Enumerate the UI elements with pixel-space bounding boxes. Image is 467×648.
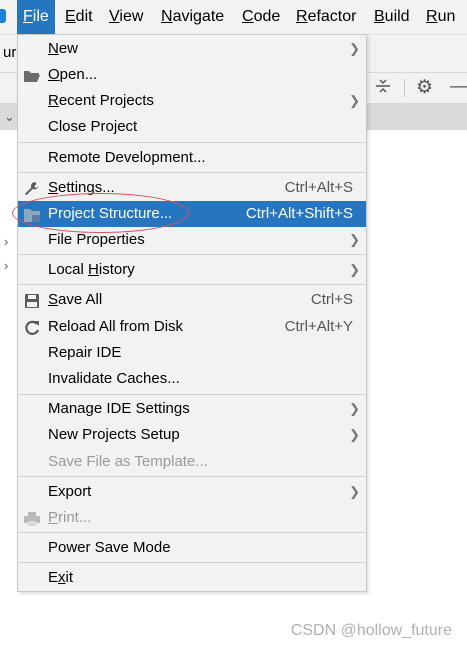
tree-expand-icon[interactable]: ›: [4, 234, 8, 249]
menu-separator: [19, 532, 365, 533]
menu-item-invalidate-caches[interactable]: Invalidate Caches...: [18, 366, 366, 392]
menu-separator: [19, 284, 365, 285]
menu-build[interactable]: Build: [368, 0, 416, 34]
menu-item-save-all[interactable]: Save All Ctrl+S: [18, 287, 366, 313]
menu-item-reload-all[interactable]: Reload All from Disk Ctrl+Alt+Y: [18, 314, 366, 340]
menu-item-print: Print...: [18, 505, 366, 531]
gear-icon[interactable]: ⚙: [416, 76, 433, 99]
menu-item-new[interactable]: New ❯: [18, 36, 366, 62]
app-logo-icon: [0, 9, 6, 23]
menu-item-export[interactable]: Export ❯: [18, 479, 366, 505]
menu-item-exit[interactable]: Exit: [18, 565, 366, 591]
menu-item-local-history[interactable]: Local History ❯: [18, 257, 366, 283]
chevron-down-icon[interactable]: ⌄: [4, 109, 15, 125]
menu-refactor[interactable]: Refactor: [290, 0, 362, 34]
menu-separator: [19, 562, 365, 563]
watermark: CSDN @hollow_future: [290, 622, 452, 639]
annotation-circle: [12, 193, 189, 233]
printer-icon: [23, 510, 41, 526]
reload-icon: [23, 319, 41, 335]
menu-code[interactable]: Code: [236, 0, 286, 34]
menu-item-recent-projects[interactable]: Recent Projects ❯: [18, 88, 366, 114]
menu-navigate[interactable]: Navigate: [155, 0, 230, 34]
submenu-arrow-icon: ❯: [349, 41, 360, 56]
menu-separator: [19, 476, 365, 477]
save-icon: [23, 292, 41, 308]
submenu-arrow-icon: ❯: [349, 427, 360, 442]
menu-separator: [19, 142, 365, 143]
submenu-arrow-icon: ❯: [349, 484, 360, 499]
submenu-arrow-icon: ❯: [349, 232, 360, 247]
file-menu-dropdown: New ❯ Open... Recent Projects ❯ Close Pr…: [17, 34, 367, 592]
menu-item-new-projects-setup[interactable]: New Projects Setup ❯: [18, 422, 366, 448]
wrench-icon: [23, 180, 41, 196]
menu-file[interactable]: File: [17, 0, 55, 34]
collapse-all-icon[interactable]: [374, 77, 392, 100]
menu-separator: [19, 394, 365, 395]
main-menu-bar: File Edit View Navigate Code Refactor Bu…: [0, 0, 467, 35]
menu-edit[interactable]: Edit: [59, 0, 99, 34]
menu-item-close-project[interactable]: Close Project: [18, 114, 366, 140]
menu-item-repair-ide[interactable]: Repair IDE: [18, 340, 366, 366]
menu-item-manage-ide-settings[interactable]: Manage IDE Settings ❯: [18, 396, 366, 422]
menu-item-remote-development[interactable]: Remote Development...: [18, 145, 366, 171]
menu-item-power-save-mode[interactable]: Power Save Mode: [18, 535, 366, 561]
tree-expand-icon[interactable]: ›: [4, 258, 8, 273]
breadcrumb-fragment: ur: [3, 44, 17, 61]
submenu-arrow-icon: ❯: [349, 401, 360, 416]
menu-item-save-file-as-template: Save File as Template...: [48, 453, 208, 470]
menu-separator: [19, 254, 365, 255]
folder-open-icon: [23, 67, 41, 83]
menu-view[interactable]: View: [103, 0, 149, 34]
menu-run[interactable]: Run: [420, 0, 461, 34]
submenu-arrow-icon: ❯: [349, 262, 360, 277]
toolbar-divider: [404, 79, 405, 97]
menu-separator: [19, 172, 365, 173]
menu-item-open[interactable]: Open...: [18, 62, 366, 88]
minimize-icon[interactable]: —: [450, 76, 467, 98]
submenu-arrow-icon: ❯: [349, 93, 360, 108]
